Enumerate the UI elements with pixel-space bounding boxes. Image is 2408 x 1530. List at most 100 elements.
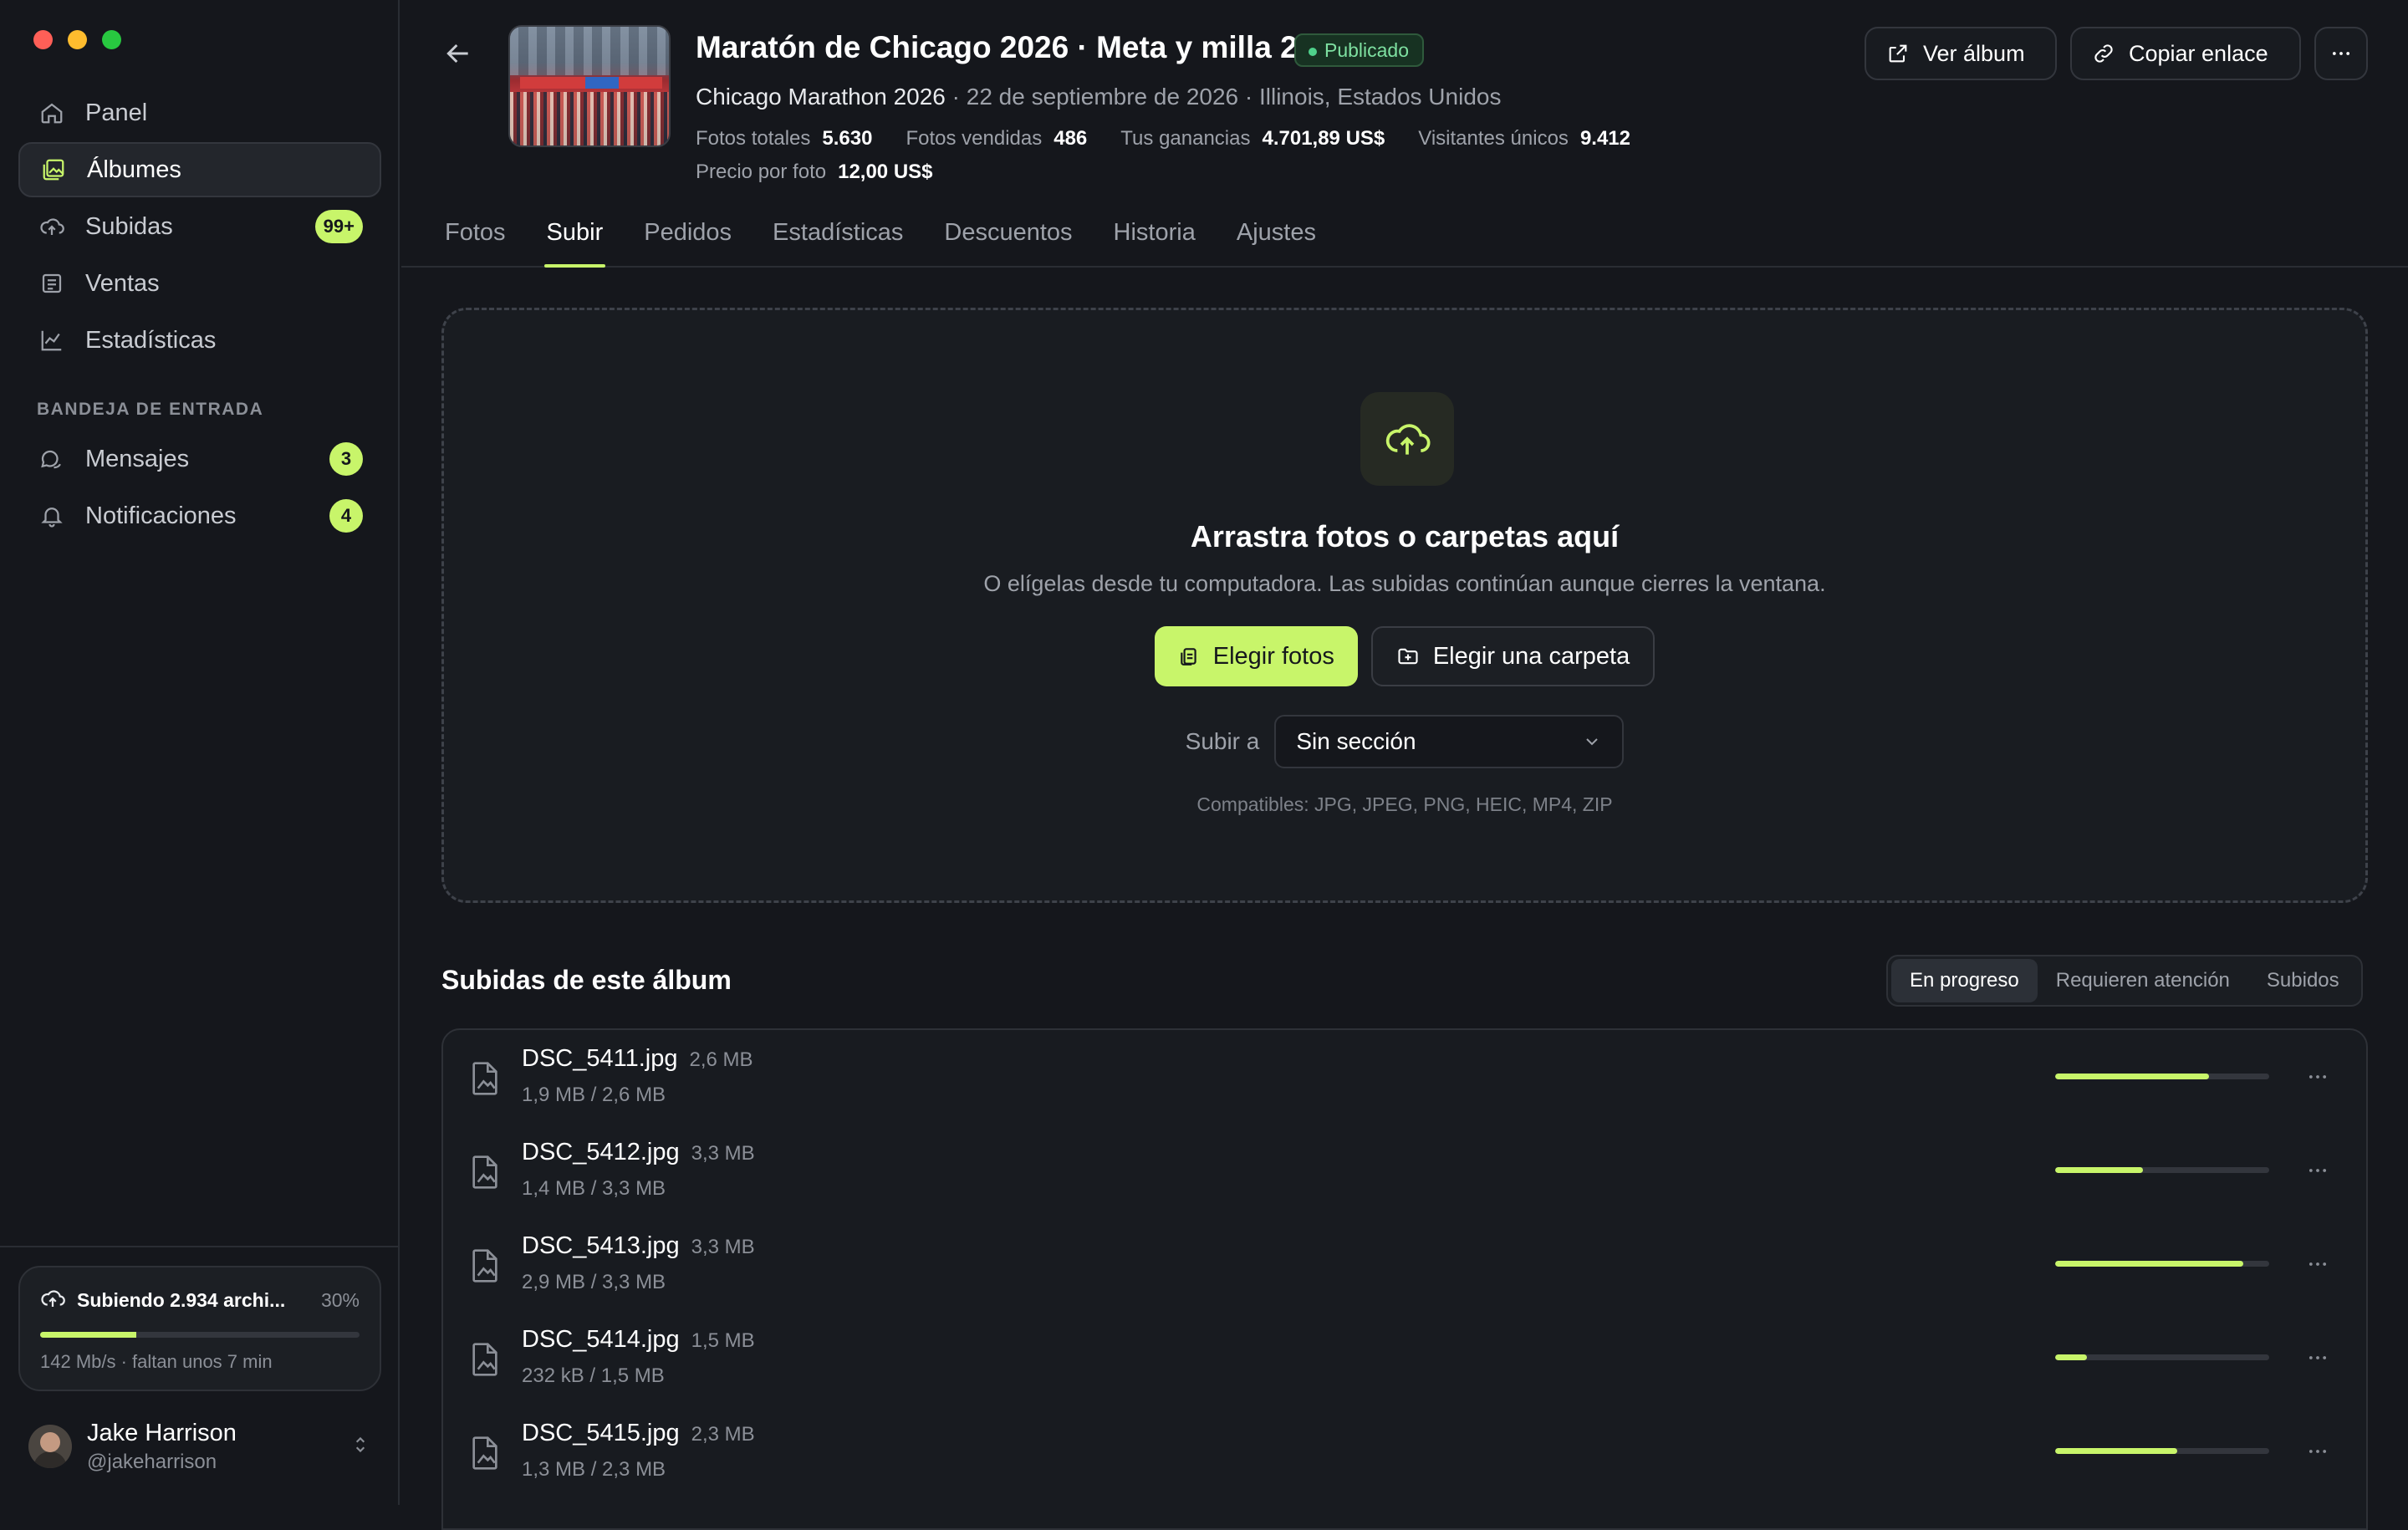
upload-row[interactable]: DSC_5412.jpg 3,3 MB 1,4 MB / 3,3 MB — [443, 1124, 2366, 1217]
row-more-button[interactable] — [2301, 1060, 2334, 1094]
more-horizontal-icon — [2332, 52, 2350, 55]
main-nav: Panel Álbumes Subidas 99+ Ventas Estadís… — [18, 85, 381, 545]
file-progress-bar — [2055, 1261, 2269, 1267]
file-size: 3,3 MB — [691, 1142, 755, 1165]
sidebar-item-label: Álbumes — [87, 156, 181, 183]
filter-in-progress[interactable]: En progreso — [1891, 959, 2038, 1002]
upload-dropzone[interactable]: Arrastra fotos o carpetas aquí O elígela… — [441, 308, 2368, 903]
upload-row[interactable]: DSC_5413.jpg 3,3 MB 2,9 MB / 3,3 MB — [443, 1217, 2366, 1311]
file-size: 1,5 MB — [691, 1329, 755, 1352]
upload-status-percent: 30% — [320, 1289, 360, 1311]
album-header: Maratón de Chicago 2026 · Meta y milla 2… — [401, 0, 2408, 268]
tab-photos[interactable]: Fotos — [445, 219, 506, 268]
close-window-button[interactable] — [33, 30, 53, 49]
notifications-count-badge: 4 — [329, 499, 363, 533]
tab-discounts[interactable]: Descuentos — [944, 219, 1072, 268]
stat-unique-visitors: Visitantes únicos 9.412 — [1418, 127, 1630, 150]
file-progress-bar — [2055, 1354, 2269, 1360]
tab-statistics[interactable]: Estadísticas — [773, 219, 903, 268]
more-actions-button[interactable] — [2314, 27, 2368, 80]
more-horizontal-icon — [2309, 1262, 2327, 1266]
file-progress-text: 2,9 MB / 3,3 MB — [522, 1271, 666, 1293]
sidebar-item-notifications[interactable]: Notificaciones 4 — [18, 488, 381, 543]
sidebar-item-label: Panel — [85, 99, 148, 126]
minimize-window-button[interactable] — [68, 30, 87, 49]
file-name: DSC_5412.jpg 3,3 MB — [522, 1139, 755, 1165]
bell-icon — [37, 501, 67, 531]
choose-folder-button[interactable]: Elegir una carpeta — [1370, 626, 1656, 686]
choose-photos-button[interactable]: Elegir fotos — [1154, 626, 1358, 686]
filter-uploaded[interactable]: Subidos — [2248, 959, 2358, 1002]
upload-status-detail: 142 Mb/s · faltan unos 7 min — [40, 1351, 273, 1372]
file-progress-fill — [2055, 1261, 2244, 1267]
more-horizontal-icon — [2309, 1356, 2327, 1359]
sidebar-item-label: Estadísticas — [85, 326, 217, 354]
sidebar-item-albums[interactable]: Álbumes — [18, 142, 381, 197]
main-content: Maratón de Chicago 2026 · Meta y milla 2… — [401, 0, 2408, 1530]
copy-link-button[interactable]: Copiar enlace — [2070, 27, 2301, 80]
file-size: 2,3 MB — [691, 1423, 755, 1446]
file-name: DSC_5414.jpg 1,5 MB — [522, 1326, 755, 1353]
sidebar-divider — [0, 1246, 400, 1247]
chat-icon — [37, 444, 67, 474]
link-icon — [2092, 42, 2115, 65]
file-progress-text: 1,3 MB / 2,3 MB — [522, 1458, 666, 1481]
file-progress-bar — [2055, 1074, 2269, 1079]
copy-link-label: Copiar enlace — [2129, 40, 2268, 66]
more-horizontal-icon — [2309, 1450, 2327, 1453]
inbox-heading: BANDEJA DE ENTRADA — [37, 400, 264, 419]
album-cover-thumbnail[interactable] — [508, 25, 671, 147]
avatar — [28, 1425, 72, 1468]
cloud-upload-icon — [37, 212, 67, 242]
more-horizontal-icon — [2309, 1169, 2327, 1172]
zoom-window-button[interactable] — [102, 30, 121, 49]
row-more-button[interactable] — [2301, 1247, 2334, 1281]
sidebar-item-panel[interactable]: Panel — [18, 85, 381, 140]
file-name: DSC_5413.jpg 3,3 MB — [522, 1232, 755, 1259]
tab-history[interactable]: Historia — [1114, 219, 1196, 268]
sidebar-item-uploads[interactable]: Subidas 99+ — [18, 199, 381, 254]
chevron-down-icon — [1586, 738, 1599, 746]
view-album-button[interactable]: Ver álbum — [1865, 27, 2057, 80]
row-more-button[interactable] — [2301, 1341, 2334, 1374]
file-progress-bar — [2055, 1448, 2269, 1454]
image-file-icon — [472, 1155, 497, 1189]
filter-needs-attention[interactable]: Requieren atención — [2038, 959, 2248, 1002]
user-menu[interactable]: Jake Harrison @jakeharrison — [28, 1413, 371, 1480]
row-more-button[interactable] — [2301, 1435, 2334, 1468]
row-more-button[interactable] — [2301, 1154, 2334, 1187]
upload-status-card[interactable]: Subiendo 2.934 archi... 30% 142 Mb/s · f… — [18, 1266, 381, 1391]
upload-row[interactable]: DSC_5414.jpg 1,5 MB 232 kB / 1,5 MB — [443, 1311, 2366, 1405]
cloud-upload-icon — [40, 1286, 65, 1315]
sidebar-item-messages[interactable]: Mensajes 3 — [18, 431, 381, 487]
home-icon — [37, 98, 67, 128]
file-progress-fill — [2055, 1354, 2088, 1360]
chevron-up-down-icon — [349, 1434, 371, 1460]
section-select[interactable]: Sin sección — [1274, 715, 1625, 768]
album-stats: Fotos totales 5.630 Fotos vendidas 486 Tus… — [696, 127, 1630, 150]
stat-total-photos: Fotos totales 5.630 — [696, 127, 873, 150]
file-size: 3,3 MB — [691, 1236, 755, 1258]
upload-target-label: Subir a — [1185, 728, 1260, 754]
upload-status-title: Subiendo 2.934 archi... — [77, 1289, 286, 1311]
view-album-label: Ver álbum — [1923, 40, 2025, 66]
arrow-left-icon — [446, 43, 468, 64]
more-horizontal-icon — [2309, 1075, 2327, 1079]
section-select-value: Sin sección — [1296, 728, 1416, 754]
external-link-icon — [1886, 42, 1910, 65]
back-button[interactable] — [441, 37, 475, 70]
file-progress-fill — [2055, 1074, 2210, 1079]
album-subtitle: Chicago Marathon 2026 · 22 de septiembre… — [696, 84, 1501, 110]
image-file-icon — [472, 1249, 497, 1283]
upload-row[interactable]: DSC_5411.jpg 2,6 MB 1,9 MB / 2,6 MB — [443, 1030, 2366, 1124]
tab-upload[interactable]: Subir — [543, 219, 605, 268]
upload-row[interactable]: DSC_5415.jpg 2,3 MB 1,3 MB / 2,3 MB — [443, 1405, 2366, 1498]
tab-settings[interactable]: Ajustes — [1237, 219, 1316, 268]
sidebar-item-label: Notificaciones — [85, 502, 237, 529]
tab-orders[interactable]: Pedidos — [644, 219, 732, 268]
sidebar-item-statistics[interactable]: Estadísticas — [18, 313, 381, 368]
file-progress-text: 232 kB / 1,5 MB — [522, 1364, 665, 1387]
event-name: Chicago Marathon 2026 — [696, 84, 946, 110]
sidebar-item-sales[interactable]: Ventas — [18, 256, 381, 311]
dropzone-subtitle: O elígelas desde tu computadora. Las sub… — [983, 571, 1826, 596]
